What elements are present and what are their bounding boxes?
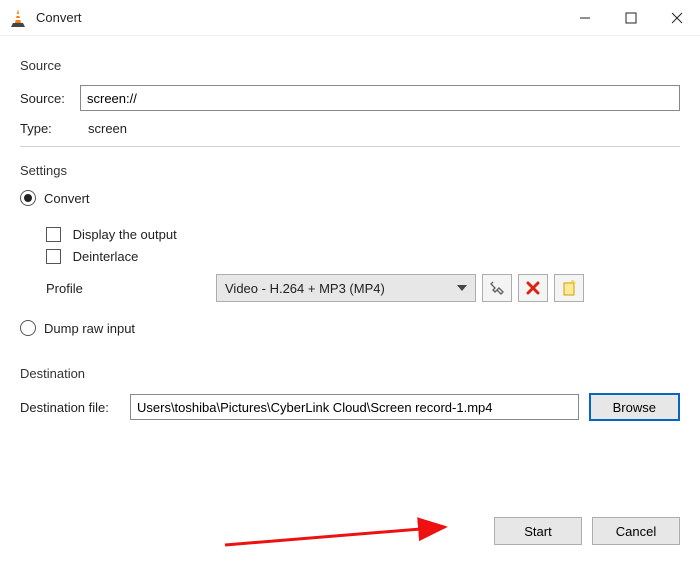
edit-profile-button[interactable] [482, 274, 512, 302]
display-output-checkbox[interactable] [46, 227, 61, 242]
wrench-icon [489, 280, 505, 296]
dump-raw-radio[interactable] [20, 320, 36, 336]
divider [20, 146, 680, 147]
source-label: Source: [20, 91, 80, 106]
new-profile-button[interactable] [554, 274, 584, 302]
maximize-button[interactable] [608, 0, 654, 36]
type-label: Type: [20, 121, 80, 136]
close-button[interactable] [654, 0, 700, 36]
destination-file-input[interactable] [130, 394, 579, 420]
convert-radio[interactable] [20, 190, 36, 206]
destination-file-label: Destination file: [20, 400, 130, 415]
cross-icon [526, 281, 540, 295]
dump-raw-label: Dump raw input [44, 321, 135, 336]
settings-section-label: Settings [20, 163, 680, 178]
source-section-label: Source [20, 58, 680, 73]
profile-selected: Video - H.264 + MP3 (MP4) [225, 281, 385, 296]
cancel-button[interactable]: Cancel [592, 517, 680, 545]
titlebar: Convert [0, 0, 700, 36]
window-title: Convert [36, 10, 562, 25]
destination-section-label: Destination [20, 366, 680, 381]
start-button[interactable]: Start [494, 517, 582, 545]
delete-profile-button[interactable] [518, 274, 548, 302]
deinterlace-checkbox[interactable] [46, 249, 61, 264]
dialog-buttons: Start Cancel [494, 517, 680, 545]
profile-label: Profile [46, 281, 136, 296]
source-input[interactable] [80, 85, 680, 111]
window-controls [562, 0, 700, 36]
type-value: screen [80, 121, 127, 136]
convert-radio-label: Convert [44, 191, 90, 206]
minimize-button[interactable] [562, 0, 608, 36]
new-file-icon [561, 280, 577, 296]
annotation-arrow-icon [220, 513, 460, 553]
vlc-icon [8, 8, 28, 28]
chevron-down-icon [457, 285, 467, 291]
profile-dropdown[interactable]: Video - H.264 + MP3 (MP4) [216, 274, 476, 302]
display-output-label: Display the output [73, 227, 177, 242]
browse-button[interactable]: Browse [589, 393, 680, 421]
deinterlace-label: Deinterlace [73, 249, 139, 264]
